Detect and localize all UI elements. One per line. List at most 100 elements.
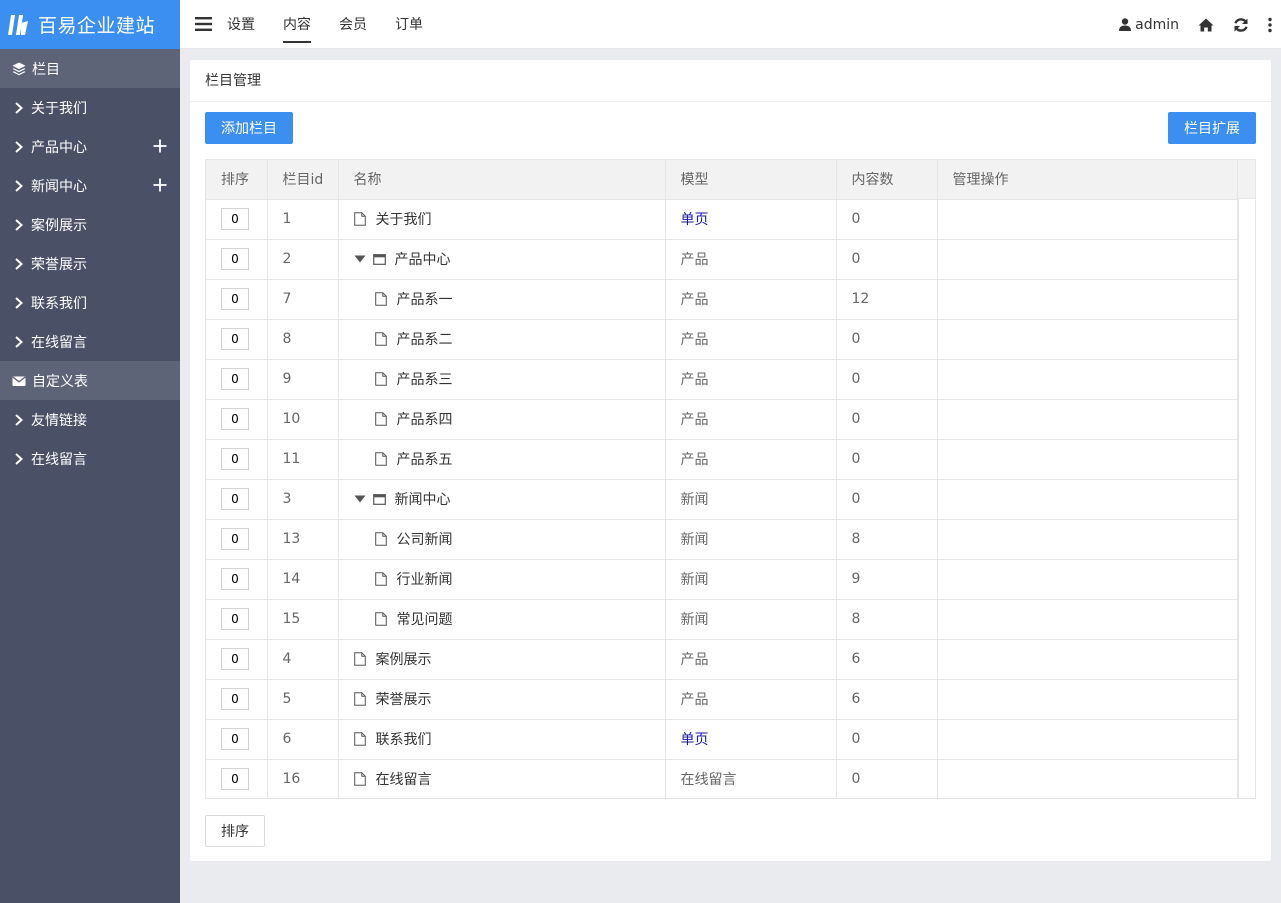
sort-order-input[interactable] [221, 608, 249, 630]
sort-order-input[interactable] [221, 288, 249, 310]
cell-model[interactable]: 单页 [665, 719, 837, 760]
chevron-right-icon [15, 218, 23, 231]
add-column-button[interactable]: 添加栏目 [205, 112, 293, 144]
top-tab[interactable]: 内容 [283, 0, 311, 49]
sidebar-section-title: 栏目 [32, 61, 60, 78]
plus-icon[interactable] [153, 139, 167, 153]
sidebar-item[interactable]: 荣誉展示 [0, 244, 180, 283]
cell-id: 5 [267, 679, 339, 720]
sort-button[interactable]: 排序 [205, 815, 265, 847]
column-extend-button[interactable]: 栏目扩展 [1168, 112, 1256, 144]
sidebar-item[interactable]: 新闻中心 [0, 166, 180, 205]
sidebar-item[interactable]: 产品中心 [0, 127, 180, 166]
cell-model[interactable]: 单页 [665, 199, 837, 240]
chevron-right-icon [15, 296, 23, 309]
cell-model: 新闻 [665, 599, 837, 640]
table-header-row: 排序 栏目id 名称 模型 内容数 管理操作 [206, 160, 1239, 200]
sort-order-input[interactable] [221, 728, 249, 750]
file-icon [353, 652, 366, 666]
more-vertical-icon[interactable] [1268, 17, 1272, 33]
brand-logo-icon [8, 14, 28, 35]
cell-sort [206, 199, 268, 240]
table-row: 10 产品系四 产品0 [206, 399, 1239, 440]
caret-down-icon[interactable] [354, 495, 366, 503]
file-icon [374, 332, 387, 346]
cell-actions [937, 359, 1239, 400]
sidebar-section-1: 自定义表 [0, 361, 180, 400]
sort-order-input[interactable] [221, 368, 249, 390]
sidebar-item[interactable]: 联系我们 [0, 283, 180, 322]
sidebar-item-label: 关于我们 [31, 100, 87, 117]
menu-toggle-icon[interactable] [195, 16, 212, 32]
cell-actions [937, 199, 1239, 240]
sort-order-input[interactable] [221, 248, 249, 270]
sidebar-item[interactable]: 在线留言 [0, 439, 180, 478]
cell-actions [937, 319, 1239, 360]
column-name: 关于我们 [375, 212, 432, 228]
envelope-icon [12, 375, 26, 386]
header-name: 名称 [338, 160, 666, 200]
cell-name: 公司新闻 [338, 519, 666, 560]
table-row: 6 联系我们 单页0 [206, 719, 1239, 760]
cell-name: 在线留言 [338, 759, 666, 799]
refresh-icon[interactable] [1233, 17, 1249, 33]
brand[interactable]: 百易企业建站 [0, 0, 180, 49]
sidebar-item-label: 荣誉展示 [31, 256, 87, 273]
cell-actions [937, 759, 1239, 799]
cell-id: 6 [267, 719, 339, 760]
cell-name: 产品系三 [338, 359, 666, 400]
layers-icon [12, 62, 26, 75]
top-tab[interactable]: 设置 [227, 0, 255, 49]
column-table: 排序 栏目id 名称 模型 内容数 管理操作 1关于我们单页02产品中心产品07… [206, 160, 1239, 799]
home-icon[interactable] [1198, 17, 1214, 33]
chevron-right-icon [15, 179, 23, 192]
sort-order-input[interactable] [221, 768, 249, 791]
cell-id: 3 [267, 479, 339, 520]
cell-sort [206, 519, 268, 560]
sort-order-input[interactable] [221, 528, 249, 550]
cell-sort [206, 359, 268, 400]
cell-model: 产品 [665, 439, 837, 480]
sidebar-item[interactable]: 案例展示 [0, 205, 180, 244]
sort-order-input[interactable] [221, 648, 249, 670]
sort-order-input[interactable] [221, 448, 249, 470]
cell-count: 0 [836, 399, 938, 440]
cell-model: 产品 [665, 639, 837, 680]
sort-order-input[interactable] [221, 408, 249, 430]
sort-order-input[interactable] [221, 568, 249, 590]
sort-order-input[interactable] [221, 688, 249, 710]
content-card: 栏目管理 添加栏目 栏目扩展 排序 栏目id 名称 模型 内容数 管理操作 1 关… [190, 60, 1271, 861]
table-row: 1 关于我们 单页0 [206, 199, 1239, 240]
header-sort: 排序 [206, 160, 268, 200]
sort-order-input[interactable] [221, 208, 249, 230]
sidebar-item[interactable]: 在线留言 [0, 322, 180, 361]
cell-name: 产品系四 [338, 399, 666, 440]
sidebar-item-label: 案例展示 [31, 217, 87, 234]
cell-name: 关于我们 [338, 199, 666, 240]
column-name: 产品系一 [396, 292, 453, 308]
sidebar-item[interactable]: 友情链接 [0, 400, 180, 439]
user-name: admin [1135, 16, 1179, 33]
cell-sort [206, 319, 268, 360]
cell-name: 常见问题 [338, 599, 666, 640]
cell-sort [206, 559, 268, 600]
sidebar-item[interactable]: 关于我们 [0, 88, 180, 127]
chevron-right-icon [15, 413, 23, 426]
sort-order-input[interactable] [221, 328, 249, 350]
table-row: 4 案例展示 产品6 [206, 639, 1239, 680]
table-row: 5 荣誉展示 产品6 [206, 679, 1239, 720]
user-menu[interactable]: admin [1119, 17, 1179, 33]
cell-count: 6 [836, 679, 938, 720]
top-tab[interactable]: 订单 [395, 0, 423, 49]
caret-down-icon[interactable] [354, 255, 366, 263]
plus-icon[interactable] [153, 178, 167, 192]
column-name: 产品系二 [396, 332, 453, 348]
cell-id: 4 [267, 639, 339, 680]
top-tab[interactable]: 会员 [339, 0, 367, 49]
cell-count: 0 [836, 359, 938, 400]
sort-order-input[interactable] [221, 488, 249, 510]
table-row: 2 产品中心 产品0 [206, 239, 1239, 280]
sidebar-item-label: 新闻中心 [31, 178, 87, 195]
cell-actions [937, 399, 1239, 440]
file-icon [374, 292, 387, 306]
